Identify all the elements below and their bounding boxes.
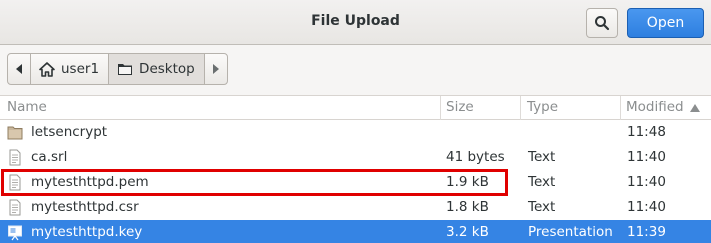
column-divider [620, 96, 621, 120]
file-size: 3.2 kB [446, 224, 489, 240]
folder-icon [118, 64, 133, 75]
breadcrumb-item-user1[interactable]: user1 [30, 54, 108, 84]
breadcrumb-label: user1 [61, 61, 100, 77]
home-icon [39, 61, 55, 77]
highlight-annotation [1, 169, 508, 196]
file-row-ca-srl[interactable]: ca.srl 41 bytes Text 11:40 [0, 145, 711, 170]
file-type: Text [528, 174, 556, 190]
breadcrumb-item-desktop[interactable]: Desktop [108, 54, 205, 84]
file-modified: 11:40 [627, 174, 666, 190]
breadcrumb-label: Desktop [139, 61, 195, 77]
left-arrow-icon [16, 64, 22, 74]
folder-icon [7, 126, 23, 140]
file-modified: 11:48 [627, 124, 666, 140]
open-button[interactable]: Open [627, 8, 704, 38]
right-arrow-icon [212, 64, 219, 74]
text-file-icon [9, 149, 21, 166]
file-name: mytesthttpd.key [31, 224, 143, 240]
column-name[interactable]: Name [7, 99, 47, 115]
file-type: Text [528, 199, 556, 215]
text-file-icon [9, 199, 21, 216]
column-type[interactable]: Type [527, 99, 558, 115]
file-name: mytesthttpd.csr [31, 199, 139, 215]
column-divider [520, 96, 521, 120]
sort-ascending-icon [690, 104, 700, 112]
search-button[interactable] [586, 8, 618, 38]
breadcrumb: user1 Desktop [7, 53, 228, 85]
file-modified: 11:39 [627, 224, 666, 240]
header-bar: File Upload Open [0, 0, 711, 45]
file-modified: 11:40 [627, 199, 666, 215]
file-row-letsencrypt[interactable]: letsencrypt 11:48 [0, 120, 711, 145]
file-modified: 11:40 [627, 149, 666, 165]
path-forward-button[interactable] [205, 54, 227, 84]
file-row-mytesthttpd-csr[interactable]: mytesthttpd.csr 1.8 kB Text 11:40 [0, 195, 711, 220]
file-type: Presentation [528, 224, 613, 240]
column-divider [440, 96, 441, 120]
search-icon [595, 16, 610, 31]
path-back-button[interactable] [8, 54, 30, 84]
presentation-file-icon [8, 225, 22, 241]
column-size[interactable]: Size [446, 99, 474, 115]
column-modified[interactable]: Modified [626, 99, 684, 115]
path-bar: user1 Desktop [0, 45, 711, 95]
file-size: 41 bytes [446, 149, 505, 165]
file-type: Text [528, 149, 556, 165]
file-name: ca.srl [31, 149, 68, 165]
column-header: Name Size Type Modified [0, 96, 711, 120]
file-name: letsencrypt [31, 124, 108, 140]
file-size: 1.8 kB [446, 199, 489, 215]
file-row-mytesthttpd-key[interactable]: mytesthttpd.key 3.2 kB Presentation 11:3… [0, 220, 711, 243]
